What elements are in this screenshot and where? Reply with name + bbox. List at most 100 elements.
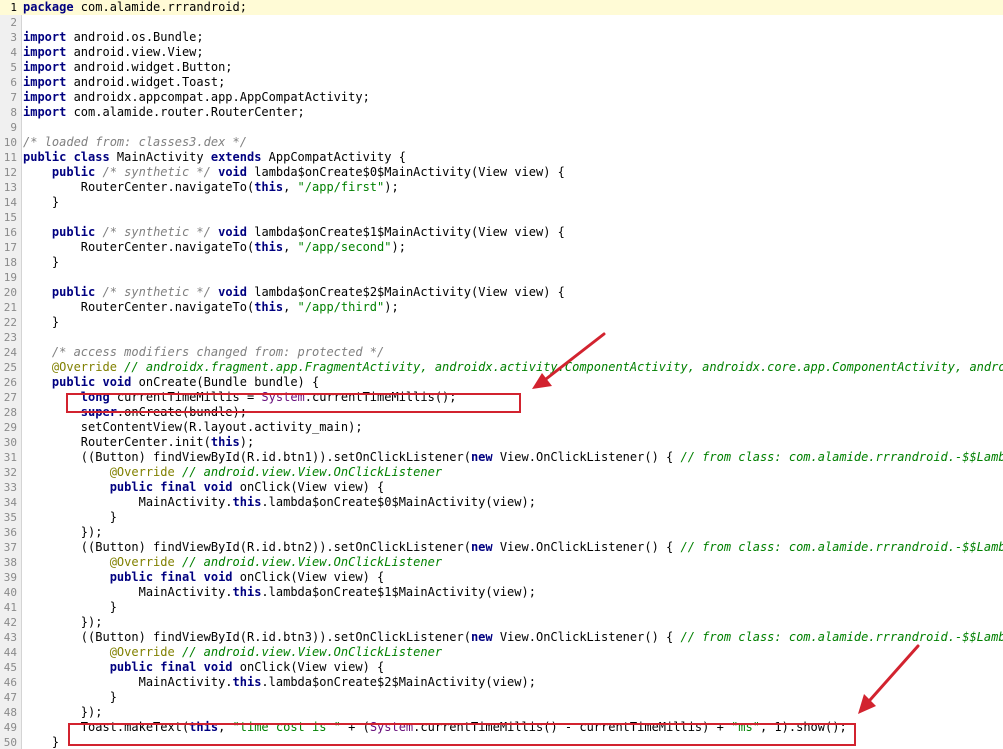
code-line[interactable]: 9	[0, 120, 1003, 135]
code-line[interactable]: 13 RouterCenter.navigateTo(this, "/app/f…	[0, 180, 1003, 195]
code-text: import android.widget.Toast;	[23, 75, 225, 90]
code-line[interactable]: 48 });	[0, 705, 1003, 720]
code-token: public final void	[109, 660, 233, 674]
code-line[interactable]: 31 ((Button) findViewById(R.id.btn1)).se…	[0, 450, 1003, 465]
code-token: }	[23, 735, 60, 749]
code-line[interactable]: 42 });	[0, 615, 1003, 630]
code-token: MainActivity	[109, 150, 211, 164]
code-token: );	[239, 435, 255, 449]
code-line[interactable]: 46 MainActivity.this.lambda$onCreate$2$M…	[0, 675, 1003, 690]
code-line[interactable]: 43 ((Button) findViewById(R.id.btn3)).se…	[0, 630, 1003, 645]
code-token: /* synthetic */	[102, 225, 211, 239]
code-token: AppCompatActivity {	[261, 150, 406, 164]
code-token: this	[232, 495, 262, 509]
code-line[interactable]: 16 public /* synthetic */ void lambda$on…	[0, 225, 1003, 240]
line-number: 27	[3, 391, 17, 404]
code-line[interactable]: 19	[0, 270, 1003, 285]
code-line[interactable]: 7 import androidx.appcompat.app.AppCompat…	[0, 90, 1003, 105]
code-line[interactable]: 10 /* loaded from: classes3.dex */	[0, 135, 1003, 150]
code-token: import	[23, 75, 67, 89]
code-line[interactable]: 15	[0, 210, 1003, 225]
code-text: ((Button) findViewById(R.id.btn2)).setOn…	[23, 540, 1003, 555]
code-token: );	[384, 300, 399, 314]
code-token: });	[23, 615, 103, 629]
line-number: 9	[10, 121, 17, 134]
code-line[interactable]: 21 RouterCenter.navigateTo(this, "/app/t…	[0, 300, 1003, 315]
code-token: // android.view.View.OnClickListener	[181, 645, 443, 659]
line-number: 45	[3, 661, 17, 674]
line-number: 49	[3, 721, 17, 734]
code-token: public	[51, 225, 96, 239]
code-line[interactable]: 2	[0, 15, 1003, 30]
code-token: onClick(View view) {	[232, 480, 385, 494]
code-token: this	[254, 240, 284, 254]
code-line[interactable]: 14 }	[0, 195, 1003, 210]
line-number: 30	[3, 436, 17, 449]
code-line[interactable]: 17 RouterCenter.navigateTo(this, "/app/s…	[0, 240, 1003, 255]
code-token: }	[23, 600, 117, 614]
code-line[interactable]: 26 public void onCreate(Bundle bundle) {	[0, 375, 1003, 390]
code-token: void	[218, 165, 248, 179]
code-line[interactable]: 12 public /* synthetic */ void lambda$on…	[0, 165, 1003, 180]
line-number: 17	[3, 241, 17, 254]
code-token: /* synthetic */	[102, 165, 211, 179]
line-number: 18	[3, 256, 17, 269]
code-line[interactable]: 30 RouterCenter.init(this);	[0, 435, 1003, 450]
code-line[interactable]: 5 import android.widget.Button;	[0, 60, 1003, 75]
code-line[interactable]: 25 @Override // androidx.fragment.app.Fr…	[0, 360, 1003, 375]
code-line[interactable]: 33 public final void onClick(View view) …	[0, 480, 1003, 495]
code-line[interactable]: 40 MainActivity.this.lambda$onCreate$1$M…	[0, 585, 1003, 600]
code-token: /* synthetic */	[102, 285, 211, 299]
code-token: setContentView(R.layout.activity_main);	[23, 420, 363, 434]
code-editor[interactable]: 1 package com.alamide.rrrandroid; 2 3 import…	[0, 0, 1003, 749]
code-token: }	[23, 690, 117, 704]
code-line[interactable]: 3 import android.os.Bundle;	[0, 30, 1003, 45]
code-line[interactable]: 18 }	[0, 255, 1003, 270]
code-line[interactable]: 34 MainActivity.this.lambda$onCreate$0$M…	[0, 495, 1003, 510]
code-text: }	[23, 510, 117, 525]
code-token: android.widget.Toast;	[66, 75, 226, 89]
code-token: }	[23, 510, 117, 524]
code-line[interactable]: 4 import android.view.View;	[0, 45, 1003, 60]
code-text: RouterCenter.navigateTo(this, "/app/seco…	[23, 240, 406, 255]
code-token: MainActivity.	[23, 585, 233, 599]
code-token: import	[23, 45, 67, 59]
line-number: 2	[10, 16, 17, 29]
code-line[interactable]: 37 ((Button) findViewById(R.id.btn2)).se…	[0, 540, 1003, 555]
code-line[interactable]: 39 public final void onClick(View view) …	[0, 570, 1003, 585]
code-line[interactable]: 1 package com.alamide.rrrandroid;	[0, 0, 1003, 15]
code-text: ((Button) findViewById(R.id.btn1)).setOn…	[23, 450, 1003, 465]
code-line[interactable]: 45 public final void onClick(View view) …	[0, 660, 1003, 675]
code-line[interactable]: 38 @Override // android.view.View.OnClic…	[0, 555, 1003, 570]
code-line[interactable]: 47 }	[0, 690, 1003, 705]
code-token: public void	[51, 375, 132, 389]
code-line[interactable]: 23	[0, 330, 1003, 345]
code-line[interactable]: 29 setContentView(R.layout.activity_main…	[0, 420, 1003, 435]
code-line[interactable]: 24 /* access modifiers changed from: pro…	[0, 345, 1003, 360]
code-token: // android.view.View.OnClickListener	[181, 465, 443, 479]
code-line[interactable]: 44 @Override // android.view.View.OnClic…	[0, 645, 1003, 660]
code-text: MainActivity.this.lambda$onCreate$0$Main…	[23, 495, 536, 510]
code-line[interactable]: 36 });	[0, 525, 1003, 540]
code-line[interactable]: 6 import android.widget.Toast;	[0, 75, 1003, 90]
code-line[interactable]: 8 import com.alamide.router.RouterCenter;	[0, 105, 1003, 120]
code-line[interactable]: 20 public /* synthetic */ void lambda$on…	[0, 285, 1003, 300]
code-text: }	[23, 600, 117, 615]
code-text: public final void onClick(View view) {	[23, 480, 385, 495]
code-line[interactable]: 22 }	[0, 315, 1003, 330]
code-token: View.OnClickListener() {	[492, 450, 681, 464]
line-number: 48	[3, 706, 17, 719]
code-line[interactable]: 41 }	[0, 600, 1003, 615]
code-line[interactable]: 35 }	[0, 510, 1003, 525]
code-text: /* loaded from: classes3.dex */	[23, 135, 247, 150]
code-text: import android.view.View;	[23, 45, 204, 60]
code-text: }	[23, 195, 59, 210]
code-line[interactable]: 11 public class MainActivity extends AppC…	[0, 150, 1003, 165]
code-line[interactable]: 32 @Override // android.view.View.OnClic…	[0, 465, 1003, 480]
